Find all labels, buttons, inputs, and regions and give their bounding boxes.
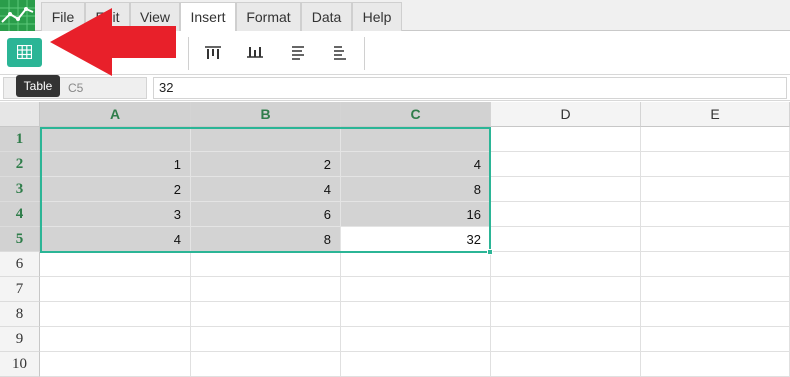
column-header-c[interactable]: C — [341, 102, 491, 127]
cell-b7[interactable] — [191, 277, 341, 302]
formula-bar: C5 32 — [0, 75, 790, 101]
cell-a3[interactable]: 2 — [40, 177, 191, 202]
row-header-10[interactable]: 10 — [0, 352, 40, 377]
cell-d4[interactable] — [491, 202, 641, 227]
cell-a2[interactable]: 1 — [40, 152, 191, 177]
cell-b10[interactable] — [191, 352, 341, 377]
table-tooltip: Table — [16, 75, 60, 97]
cell-a1[interactable] — [40, 127, 191, 152]
cell-d8[interactable] — [491, 302, 641, 327]
menu-data[interactable]: Data — [301, 2, 352, 31]
row-header-5[interactable]: 5 — [0, 227, 40, 252]
cell-e2[interactable] — [641, 152, 790, 177]
toolbar-separator — [188, 37, 189, 70]
cell-d2[interactable] — [491, 152, 641, 177]
menu-help[interactable]: Help — [352, 2, 402, 31]
cell-c10[interactable] — [341, 352, 491, 377]
cell-d6[interactable] — [491, 252, 641, 277]
row-header-6[interactable]: 6 — [0, 252, 40, 277]
cell-b5[interactable]: 8 — [191, 227, 341, 252]
cell-a5[interactable]: 4 — [40, 227, 191, 252]
cell-c1[interactable] — [341, 127, 491, 152]
cell-e3[interactable] — [641, 177, 790, 202]
cell-a4[interactable]: 3 — [40, 202, 191, 227]
align-top-icon[interactable] — [203, 43, 223, 63]
toolbar-separator — [364, 37, 365, 70]
cell-e6[interactable] — [641, 252, 790, 277]
cell-a10[interactable] — [40, 352, 191, 377]
cell-a8[interactable] — [40, 302, 191, 327]
cell-d3[interactable] — [491, 177, 641, 202]
cell-a9[interactable] — [40, 327, 191, 352]
column-header-e[interactable]: E — [641, 102, 790, 127]
spreadsheet-grid: A B C D E 1 2 3 4 5 6 7 8 9 10 1 2 4 2 4… — [0, 102, 790, 377]
formula-input[interactable]: 32 — [153, 77, 787, 99]
cell-d5[interactable] — [491, 227, 641, 252]
row-header-2[interactable]: 2 — [0, 152, 40, 177]
cell-e4[interactable] — [641, 202, 790, 227]
cell-e7[interactable] — [641, 277, 790, 302]
cell-b8[interactable] — [191, 302, 341, 327]
cell-a6[interactable] — [40, 252, 191, 277]
cell-b4[interactable]: 6 — [191, 202, 341, 227]
cell-c5-active[interactable]: 32 — [341, 227, 491, 252]
cell-b2[interactable]: 2 — [191, 152, 341, 177]
menu-format[interactable]: Format — [236, 2, 301, 31]
row-header-1[interactable]: 1 — [0, 127, 40, 152]
align-middle-icon[interactable] — [245, 43, 265, 63]
logo-chart-icon — [0, 0, 35, 31]
fill-handle[interactable] — [487, 249, 493, 255]
cell-b1[interactable] — [191, 127, 341, 152]
app-logo — [0, 0, 35, 31]
cell-a7[interactable] — [40, 277, 191, 302]
cell-b6[interactable] — [191, 252, 341, 277]
column-header-a[interactable]: A — [40, 102, 191, 127]
row-header-4[interactable]: 4 — [0, 202, 40, 227]
cell-d10[interactable] — [491, 352, 641, 377]
cell-c8[interactable] — [341, 302, 491, 327]
cell-c6[interactable] — [341, 252, 491, 277]
table-icon — [17, 45, 32, 59]
cell-e5[interactable] — [641, 227, 790, 252]
cell-b9[interactable] — [191, 327, 341, 352]
cell-d9[interactable] — [491, 327, 641, 352]
row-header-9[interactable]: 9 — [0, 327, 40, 352]
cell-c9[interactable] — [341, 327, 491, 352]
cell-e8[interactable] — [641, 302, 790, 327]
select-all-corner[interactable] — [0, 102, 40, 127]
cell-d1[interactable] — [491, 127, 641, 152]
red-arrow-annotation — [50, 8, 176, 76]
align-bottom-icon[interactable] — [288, 43, 308, 63]
cell-c2[interactable]: 4 — [341, 152, 491, 177]
cell-e1[interactable] — [641, 127, 790, 152]
cell-c3[interactable]: 8 — [341, 177, 491, 202]
align-bottom-alt-icon[interactable] — [330, 43, 350, 63]
cell-e10[interactable] — [641, 352, 790, 377]
row-header-8[interactable]: 8 — [0, 302, 40, 327]
column-header-b[interactable]: B — [191, 102, 341, 127]
insert-table-button[interactable] — [7, 38, 42, 67]
cell-d7[interactable] — [491, 277, 641, 302]
menu-insert[interactable]: Insert — [180, 2, 236, 32]
row-header-7[interactable]: 7 — [0, 277, 40, 302]
cell-c4[interactable]: 16 — [341, 202, 491, 227]
row-header-3[interactable]: 3 — [0, 177, 40, 202]
cell-e9[interactable] — [641, 327, 790, 352]
cell-c7[interactable] — [341, 277, 491, 302]
cell-b3[interactable]: 4 — [191, 177, 341, 202]
column-header-d[interactable]: D — [491, 102, 641, 127]
